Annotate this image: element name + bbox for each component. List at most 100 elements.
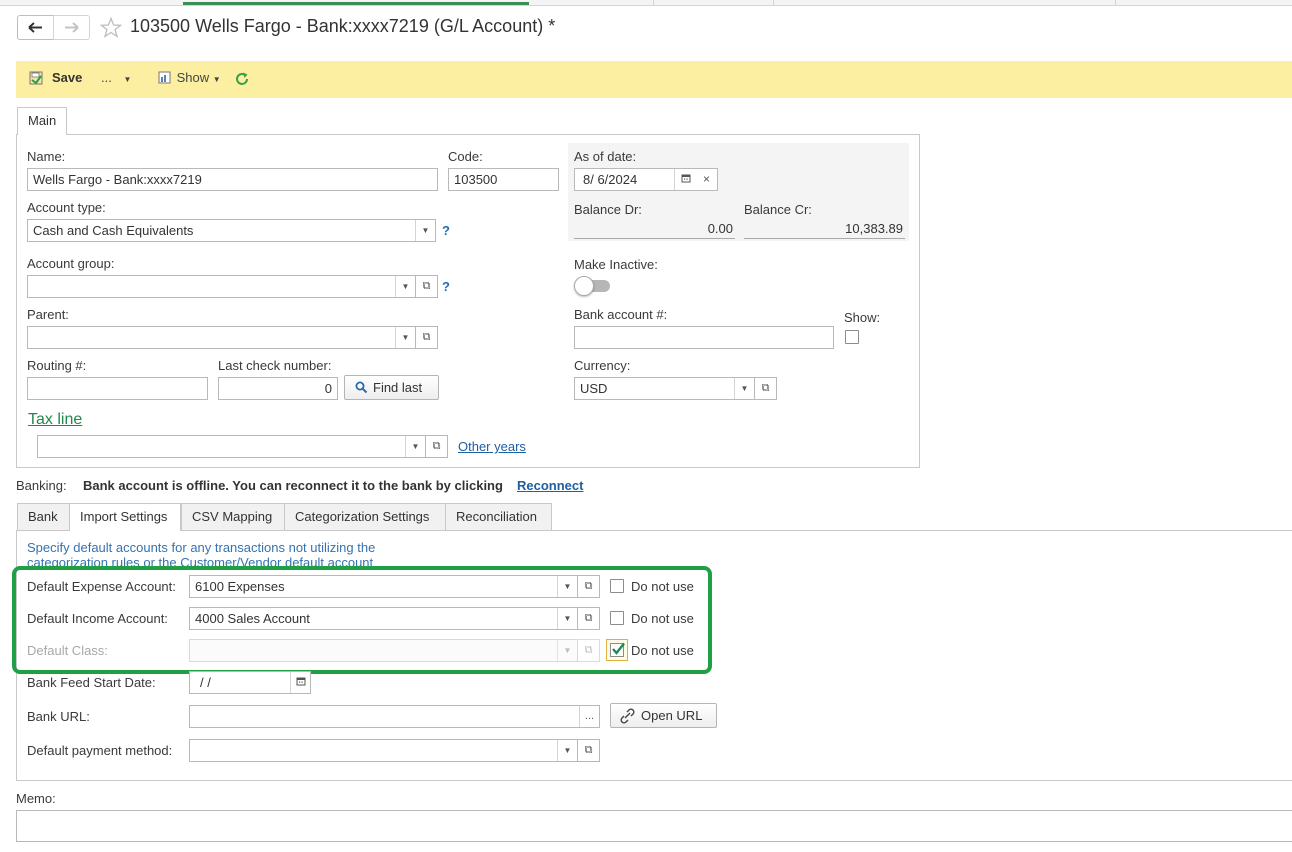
bank-feed-start-field[interactable]: / / <box>189 671 311 694</box>
chevron-down-icon: ▼ <box>557 640 577 661</box>
clear-date-icon[interactable]: × <box>696 168 718 191</box>
show-menu-label: Show <box>176 70 210 85</box>
tax-line-select[interactable]: ▼ <box>37 435 426 458</box>
open-parent-icon[interactable]: ⧉ <box>416 326 438 349</box>
default-income-select[interactable]: 4000 Sales Account ▼ <box>189 607 578 630</box>
balance-cr-label: Balance Cr: <box>744 202 812 217</box>
income-do-not-use-checkbox[interactable] <box>610 611 624 625</box>
default-income-label: Default Income Account: <box>27 611 168 626</box>
balance-dr-value: 0.00 <box>574 221 735 239</box>
default-class-label: Default Class: <box>27 643 108 658</box>
other-years-link[interactable]: Other years <box>458 439 526 454</box>
favorite-star-icon[interactable] <box>99 16 123 40</box>
open-account-group-icon[interactable]: ⧉ <box>416 275 438 298</box>
account-type-help-icon[interactable]: ? <box>442 223 450 238</box>
memo-field[interactable] <box>16 810 1292 842</box>
chevron-down-icon[interactable]: ▼ <box>557 576 577 597</box>
open-currency-icon[interactable]: ⧉ <box>755 377 777 400</box>
chevron-down-icon[interactable]: ▼ <box>405 436 425 457</box>
account-type-value: Cash and Cash Equivalents <box>33 223 194 238</box>
account-group-help-icon[interactable]: ? <box>442 279 450 294</box>
default-payment-method-label: Default payment method: <box>27 743 173 758</box>
import-hint-line-1: Specify default accounts for any transac… <box>27 540 376 555</box>
open-expense-account-icon[interactable]: ⧉ <box>578 575 600 598</box>
default-expense-value: 6100 Expenses <box>195 579 285 594</box>
open-payment-method-icon[interactable]: ⧉ <box>578 739 600 762</box>
top-tab-divider <box>653 0 654 5</box>
open-income-account-icon[interactable]: ⧉ <box>578 607 600 630</box>
save-icon <box>29 71 43 85</box>
bank-url-field[interactable]: ... <box>189 705 600 728</box>
arrow-right-icon <box>65 22 79 33</box>
routing-field[interactable] <box>27 377 208 400</box>
open-class-icon: ⧉ <box>578 639 600 662</box>
save-button[interactable]: Save <box>24 66 82 92</box>
link-icon <box>620 708 635 724</box>
class-do-not-use-label: Do not use <box>631 643 694 658</box>
bank-feed-start-label: Bank Feed Start Date: <box>27 675 156 690</box>
account-group-select[interactable]: ▼ <box>27 275 416 298</box>
reconnect-link[interactable]: Reconnect <box>517 478 583 493</box>
back-button[interactable] <box>17 15 54 40</box>
default-expense-select[interactable]: 6100 Expenses ▼ <box>189 575 578 598</box>
currency-label: Currency: <box>574 358 631 373</box>
bank-url-more-button[interactable]: ... <box>579 706 599 727</box>
search-icon <box>355 381 368 394</box>
more-actions-button[interactable]: ... ▼ <box>101 70 131 88</box>
code-field[interactable]: 103500 <box>448 168 559 191</box>
open-url-button[interactable]: Open URL <box>610 703 717 728</box>
chevron-down-icon[interactable]: ▼ <box>395 327 415 348</box>
name-field[interactable]: Wells Fargo - Bank:xxxx7219 <box>27 168 438 191</box>
save-label: Save <box>52 70 83 85</box>
top-tab-divider <box>1115 0 1116 5</box>
chevron-down-icon[interactable]: ▼ <box>734 378 754 399</box>
expense-do-not-use-checkbox[interactable] <box>610 579 624 593</box>
chevron-down-icon: ▼ <box>212 75 221 84</box>
chevron-down-icon[interactable]: ▼ <box>557 608 577 629</box>
default-payment-method-select[interactable]: ▼ <box>189 739 578 762</box>
tab-reconciliation[interactable]: Reconciliation <box>445 503 552 530</box>
show-account-checkbox[interactable] <box>845 330 859 344</box>
bank-account-field[interactable] <box>574 326 834 349</box>
active-window-tab-indicator[interactable] <box>183 0 529 5</box>
chevron-down-icon[interactable]: ▼ <box>557 740 577 761</box>
tab-main[interactable]: Main <box>17 107 68 135</box>
as-of-date-field[interactable]: 8/ 6/2024 <box>574 168 697 191</box>
chevron-down-icon[interactable]: ▼ <box>415 220 435 241</box>
routing-label: Routing #: <box>27 358 87 373</box>
memo-label: Memo: <box>16 791 56 806</box>
chevron-down-icon: ▼ <box>123 75 132 84</box>
open-tax-line-icon[interactable]: ⧉ <box>426 435 448 458</box>
calendar-icon[interactable] <box>290 672 310 693</box>
open-url-label: Open URL <box>641 708 703 723</box>
default-income-value: 4000 Sales Account <box>195 611 310 626</box>
default-class-select: ▼ <box>189 639 578 662</box>
make-inactive-toggle[interactable] <box>574 276 610 296</box>
currency-select[interactable]: USD ▼ <box>574 377 755 400</box>
expense-do-not-use-label: Do not use <box>631 579 694 594</box>
refresh-icon[interactable] <box>234 71 250 87</box>
balance-dr-label: Balance Dr: <box>574 202 642 217</box>
find-last-button[interactable]: Find last <box>344 375 439 400</box>
class-do-not-use-checkbox[interactable] <box>606 639 628 661</box>
import-hint-line-2: categorization rules or the Customer/Ven… <box>27 555 374 566</box>
bank-account-label: Bank account #: <box>574 307 668 322</box>
default-expense-label: Default Expense Account: <box>27 579 176 594</box>
tab-csv-mapping[interactable]: CSV Mapping <box>181 503 285 530</box>
bank-feed-start-value: / / <box>200 675 211 690</box>
last-check-field[interactable]: 0 <box>218 377 338 400</box>
tax-line-link[interactable]: Tax line <box>28 411 82 429</box>
tab-bank[interactable]: Bank <box>17 503 70 530</box>
account-type-label: Account type: <box>27 200 106 215</box>
chevron-down-icon[interactable]: ▼ <box>395 276 415 297</box>
show-menu-button[interactable]: Show ▼ <box>158 70 221 88</box>
tab-categorization-settings[interactable]: Categorization Settings <box>284 503 446 530</box>
parent-select[interactable]: ▼ <box>27 326 416 349</box>
account-group-label: Account group: <box>27 256 115 271</box>
forward-button[interactable] <box>53 15 90 40</box>
account-type-select[interactable]: Cash and Cash Equivalents ▼ <box>27 219 436 242</box>
banking-status-message: Bank account is offline. You can reconne… <box>83 478 503 493</box>
find-last-label: Find last <box>373 380 423 395</box>
tab-import-settings[interactable]: Import Settings <box>69 503 181 531</box>
calendar-icon[interactable] <box>674 169 696 190</box>
